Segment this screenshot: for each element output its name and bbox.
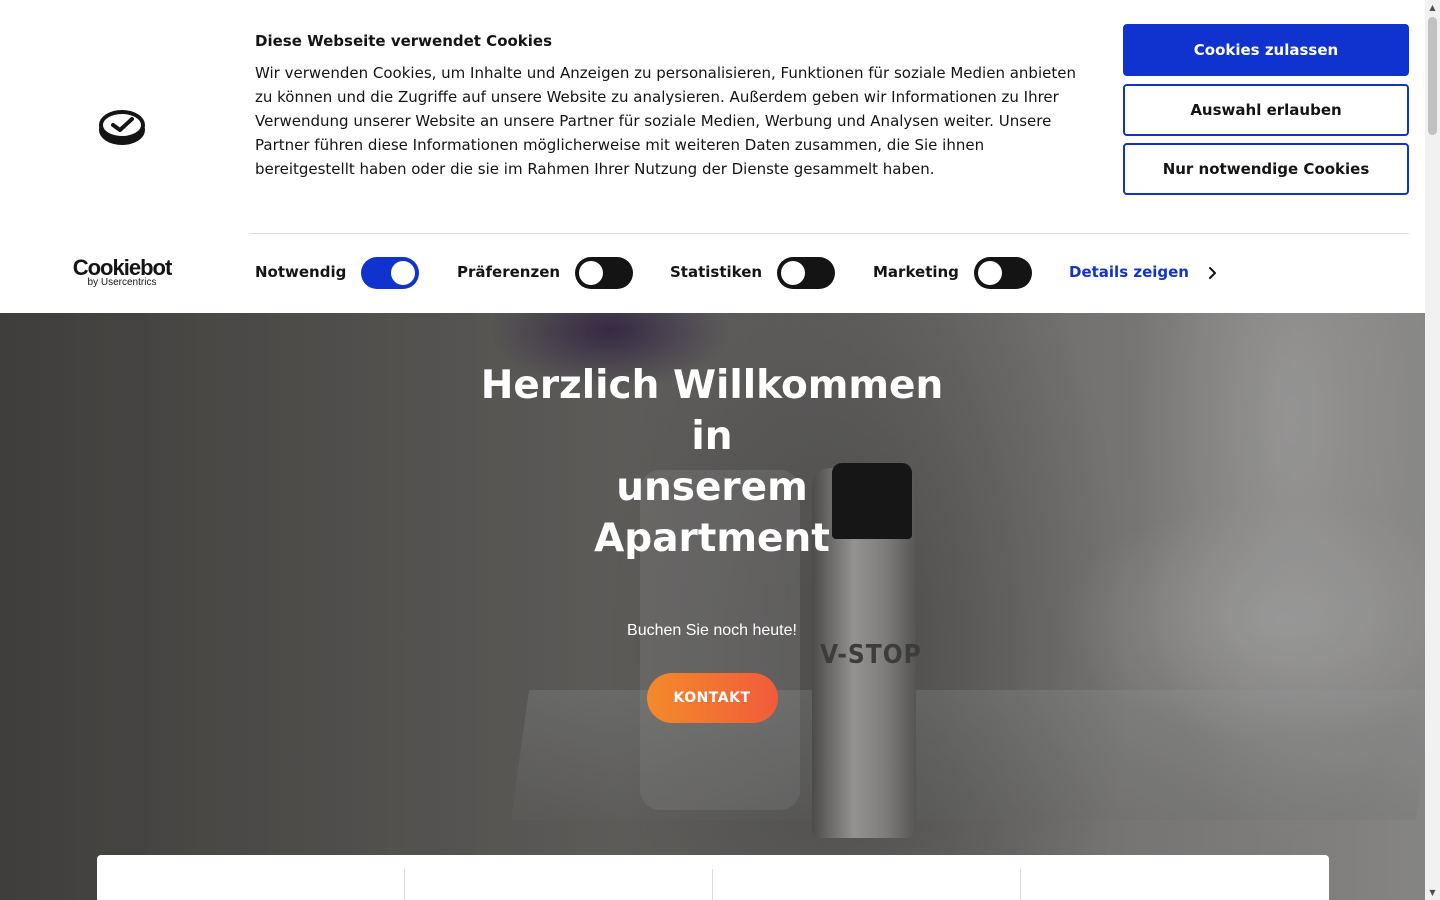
- hero-title-line: Apartment: [594, 516, 830, 561]
- consent-label-marketing: Marketing: [873, 263, 959, 281]
- toggle-knob: [391, 261, 415, 285]
- page-scrollbar[interactable]: ▲ ▼: [1425, 0, 1440, 900]
- hero-title-line: unserem: [616, 465, 808, 510]
- toggle-knob: [579, 261, 603, 285]
- info-divider: [1020, 869, 1021, 900]
- cookiebot-logo: Cookiebot by Usercentrics: [70, 256, 174, 289]
- allow-selection-button[interactable]: Auswahl erlauben: [1123, 84, 1409, 136]
- necessary-only-button[interactable]: Nur notwendige Cookies: [1123, 143, 1409, 195]
- chevron-right-icon[interactable]: [1205, 266, 1219, 280]
- hero-title-line: Herzlich Willkommen in: [480, 363, 944, 459]
- info-bar: [97, 855, 1329, 900]
- cookie-heading: Diese Webseite verwendet Cookies: [255, 32, 553, 50]
- toggle-necessary[interactable]: [361, 257, 419, 289]
- consent-label-preferences: Präferenzen: [457, 263, 561, 281]
- toggle-statistics[interactable]: [777, 257, 835, 289]
- scrollbar-thumb[interactable]: [1428, 17, 1437, 135]
- scroll-up-icon[interactable]: ▲: [1425, 0, 1440, 15]
- consent-label-necessary: Notwendig: [255, 263, 347, 281]
- show-details-link[interactable]: Details zeigen: [1069, 263, 1189, 281]
- contact-button[interactable]: KONTAKT: [646, 673, 778, 723]
- toggle-preferences[interactable]: [575, 257, 633, 289]
- toggle-knob: [781, 261, 805, 285]
- hero-content: Herzlich Willkommen in unserem Apartment…: [462, 360, 962, 723]
- cookie-consent-banner: Cookiebot by Usercentrics Diese Webseite…: [0, 0, 1425, 313]
- cookie-consent-icon: [99, 110, 145, 145]
- scroll-down-icon[interactable]: ▼: [1425, 885, 1440, 900]
- allow-all-cookies-button[interactable]: Cookies zulassen: [1123, 24, 1409, 76]
- info-divider: [404, 869, 405, 900]
- consent-label-statistics: Statistiken: [670, 263, 763, 281]
- hero-title: Herzlich Willkommen in unserem Apartment: [462, 360, 962, 564]
- hero-subtitle: Buchen Sie noch heute!: [627, 622, 797, 639]
- cookie-description: Wir verwenden Cookies, um Inhalte und An…: [255, 64, 1076, 178]
- banner-divider: [249, 233, 1409, 234]
- info-divider: [712, 869, 713, 900]
- toggle-marketing[interactable]: [974, 257, 1032, 289]
- toggle-knob: [978, 261, 1002, 285]
